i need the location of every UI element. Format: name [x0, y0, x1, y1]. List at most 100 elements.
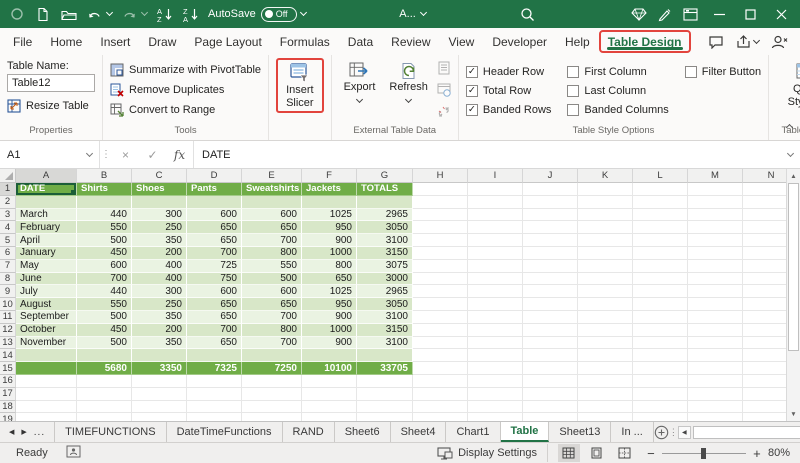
cell-D15[interactable]: 7325: [187, 362, 242, 375]
cell-I3[interactable]: [468, 209, 523, 222]
row-header-8[interactable]: 8: [0, 273, 16, 286]
cell-E14[interactable]: [242, 349, 302, 362]
cell-B6[interactable]: 450: [77, 247, 132, 260]
sheet-tab-rand[interactable]: RAND: [283, 422, 335, 442]
cell-G8[interactable]: 3000: [357, 273, 413, 286]
row-header-9[interactable]: 9: [0, 285, 16, 298]
cell-M2[interactable]: [688, 196, 743, 209]
checkbox-header-row[interactable]: ✓: [466, 66, 478, 78]
cell-I15[interactable]: [468, 362, 523, 375]
cell-H13[interactable]: [413, 337, 468, 350]
scroll-up-arrow[interactable]: ▲: [787, 169, 800, 183]
sheet-tab-datetimefunctions[interactable]: DateTimeFunctions: [167, 422, 283, 442]
insert-function-button[interactable]: fx: [166, 141, 193, 168]
cell-B5[interactable]: 500: [77, 234, 132, 247]
cell-F13[interactable]: 900: [302, 337, 357, 350]
quick-styles-button[interactable]: Quick Styles: [783, 60, 800, 124]
cell-M15[interactable]: [688, 362, 743, 375]
style-option-header-row[interactable]: ✓Header Row: [466, 62, 552, 81]
cell-A6[interactable]: January: [16, 247, 77, 260]
cell-I1[interactable]: [468, 183, 523, 196]
cell-H8[interactable]: [413, 273, 468, 286]
ribbon-tab-insert[interactable]: Insert: [91, 28, 139, 55]
cell-B16[interactable]: [77, 375, 132, 388]
sheet-tab-table[interactable]: Table: [501, 422, 550, 442]
cell-D2[interactable]: [187, 196, 242, 209]
cell-A2[interactable]: [16, 196, 77, 209]
cell-C4[interactable]: 250: [132, 221, 187, 234]
style-option-banded-rows[interactable]: ✓Banded Rows: [466, 100, 552, 119]
cell-B3[interactable]: 440: [77, 209, 132, 222]
cell-G18[interactable]: [357, 401, 413, 414]
cell-A7[interactable]: May: [16, 260, 77, 273]
column-header-H[interactable]: H: [413, 169, 468, 183]
cell-F1[interactable]: Jackets: [302, 183, 357, 196]
cell-G11[interactable]: 3100: [357, 311, 413, 324]
cell-J9[interactable]: [523, 285, 578, 298]
cell-D11[interactable]: 650: [187, 311, 242, 324]
cell-J2[interactable]: [523, 196, 578, 209]
ink-pen-icon[interactable]: [656, 6, 673, 23]
cell-G10[interactable]: 3050: [357, 298, 413, 311]
column-header-K[interactable]: K: [578, 169, 633, 183]
cell-H17[interactable]: [413, 388, 468, 401]
summarize-with-pivottable-button[interactable]: Summarize with PivotTable: [110, 60, 261, 79]
style-option-total-row[interactable]: ✓Total Row: [466, 81, 552, 100]
cell-C18[interactable]: [132, 401, 187, 414]
cell-L7[interactable]: [633, 260, 688, 273]
row-header-18[interactable]: 18: [0, 401, 16, 414]
remove-duplicates-button[interactable]: Remove Duplicates: [110, 80, 261, 99]
cell-C6[interactable]: 200: [132, 247, 187, 260]
sheet-tab-chart1[interactable]: Chart1: [446, 422, 500, 442]
cell-L14[interactable]: [633, 349, 688, 362]
cell-M5[interactable]: [688, 234, 743, 247]
checkbox-filter-button[interactable]: [685, 66, 697, 78]
cell-D14[interactable]: [187, 349, 242, 362]
zoom-slider[interactable]: [662, 448, 746, 459]
cell-A14[interactable]: [16, 349, 77, 362]
cell-G13[interactable]: 3100: [357, 337, 413, 350]
cell-C8[interactable]: 400: [132, 273, 187, 286]
formula-bar-content[interactable]: DATE: [193, 141, 780, 168]
sort-ascending-icon[interactable]: AZ: [156, 6, 173, 23]
cell-E6[interactable]: 800: [242, 247, 302, 260]
cell-K3[interactable]: [578, 209, 633, 222]
cell-M16[interactable]: [688, 375, 743, 388]
row-header-1[interactable]: 1: [0, 183, 16, 196]
column-header-J[interactable]: J: [523, 169, 578, 183]
sync-icon[interactable]: [8, 6, 25, 23]
cell-C15[interactable]: 3350: [132, 362, 187, 375]
cell-K9[interactable]: [578, 285, 633, 298]
cell-K7[interactable]: [578, 260, 633, 273]
cell-A16[interactable]: [16, 375, 77, 388]
normal-view-button[interactable]: [558, 444, 580, 462]
premium-diamond-icon[interactable]: [630, 6, 647, 23]
cell-J1[interactable]: [523, 183, 578, 196]
cell-G14[interactable]: [357, 349, 413, 362]
cell-I11[interactable]: [468, 311, 523, 324]
ribbon-tab-data[interactable]: Data: [339, 28, 382, 55]
vertical-scroll-thumb[interactable]: [788, 183, 799, 351]
cell-K6[interactable]: [578, 247, 633, 260]
open-folder-icon[interactable]: [60, 6, 77, 23]
cell-F12[interactable]: 1000: [302, 324, 357, 337]
cell-F3[interactable]: 1025: [302, 209, 357, 222]
cell-H4[interactable]: [413, 221, 468, 234]
cell-E8[interactable]: 500: [242, 273, 302, 286]
cell-H14[interactable]: [413, 349, 468, 362]
cell-G16[interactable]: [357, 375, 413, 388]
cell-C16[interactable]: [132, 375, 187, 388]
cell-A10[interactable]: August: [16, 298, 77, 311]
new-file-icon[interactable]: [34, 6, 51, 23]
column-header-D[interactable]: D: [187, 169, 242, 183]
sort-descending-icon[interactable]: ZA: [182, 6, 199, 23]
cell-B9[interactable]: 440: [77, 285, 132, 298]
export-button[interactable]: Export: [339, 60, 381, 102]
cell-I4[interactable]: [468, 221, 523, 234]
cell-A3[interactable]: March: [16, 209, 77, 222]
cell-J17[interactable]: [523, 388, 578, 401]
undo-menu-chevron[interactable]: [107, 13, 112, 15]
cell-E1[interactable]: Sweatshirts: [242, 183, 302, 196]
cell-C17[interactable]: [132, 388, 187, 401]
autosave-control[interactable]: AutoSave Off: [208, 7, 297, 22]
